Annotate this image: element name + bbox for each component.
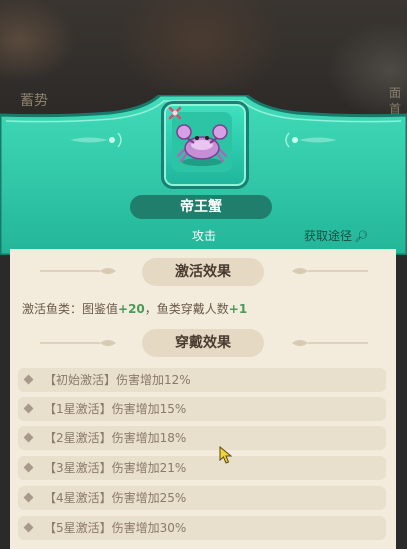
- wear-effect-row: 【3星激活】伤害增加21%: [18, 456, 386, 480]
- divider-right-2: [292, 340, 368, 346]
- wear-effect-row: 【初始激活】伤害增加12%: [18, 368, 386, 392]
- divider-left: [40, 268, 116, 274]
- acquire-method-link[interactable]: 获取途径 🔎︎: [304, 227, 368, 244]
- item-name: 帝王蟹: [130, 195, 272, 219]
- diamond-icon: [23, 492, 34, 503]
- activate-effect-title: 激活效果: [142, 258, 264, 286]
- diamond-icon: [23, 522, 34, 533]
- wear-effect-row: 【2星激活】伤害增加18%: [18, 426, 386, 450]
- search-icon: 🔎︎: [354, 230, 368, 243]
- diamond-icon: [23, 374, 34, 385]
- diamond-icon: [23, 403, 34, 414]
- favorite-pin-icon[interactable]: [168, 106, 182, 120]
- wear-effect-row: 【5星激活】伤害增加30%: [18, 516, 386, 540]
- item-type: 攻击: [191, 229, 216, 243]
- crab-icon: [172, 112, 232, 172]
- wear-effect-row: 【1星激活】伤害增加15%: [18, 397, 386, 421]
- diamond-icon: [23, 462, 34, 473]
- mouse-cursor-icon: [219, 446, 233, 464]
- acquire-method-label: 获取途径: [304, 229, 353, 243]
- diamond-icon: [23, 432, 34, 443]
- activate-effect-description: 激活鱼类：图鉴值+20，鱼类穿戴人数+1: [22, 302, 248, 316]
- divider-right: [292, 268, 368, 274]
- wear-effect-row: 【4星激活】伤害增加25%: [18, 486, 386, 510]
- wear-effect-title: 穿戴效果: [142, 329, 264, 357]
- divider-left-2: [40, 340, 116, 346]
